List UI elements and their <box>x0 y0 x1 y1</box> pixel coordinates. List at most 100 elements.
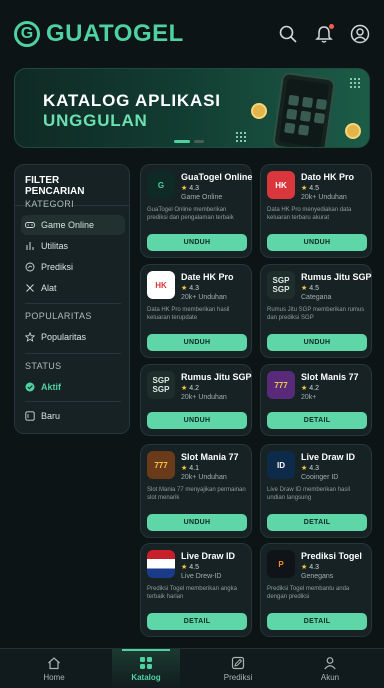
app-card[interactable]: SGP SGP Rumus Jitu SGP ★ 4.5 Categana Rumus … <box>260 264 372 358</box>
star-icon: ★ <box>181 185 188 192</box>
search-icon[interactable] <box>278 24 298 44</box>
star-icon: ★ <box>301 185 308 192</box>
tools-icon <box>26 284 34 292</box>
app-action-button[interactable]: DETAIL <box>267 514 367 531</box>
app-icon: 777 <box>147 451 175 479</box>
phone-illustration <box>271 71 337 147</box>
filter-item-label: Alat <box>41 283 57 293</box>
app-name: Rumus Jitu SGP <box>181 372 252 382</box>
app-card[interactable]: HK Date HK Pro ★ 4.3 20k+ Unduhan Data HK Pr… <box>140 264 252 358</box>
app-rating: ★ 4.5 <box>301 284 319 292</box>
rating-value: 4.2 <box>309 385 319 392</box>
app-rating: ★ 4.2 <box>181 384 199 392</box>
app-action-button[interactable]: DETAIL <box>267 412 367 429</box>
filter-item-label: Baru <box>41 411 61 421</box>
app-card[interactable]: ID Live Draw ID ★ 4.3 Cooinger ID Live Draw … <box>260 444 372 538</box>
filter-item-aktif[interactable]: Aktif <box>21 377 125 397</box>
app-subtitle: 20k+ Unduhan <box>181 394 227 401</box>
brand-name: GUATOGEL <box>46 20 184 47</box>
app-name: Dato HK Pro <box>301 172 355 182</box>
nav-akun[interactable]: Akun <box>296 649 364 688</box>
nav-home[interactable]: Home <box>20 649 88 688</box>
app-name: Slot Manis 77 <box>301 372 359 382</box>
app-description: Rumus Jitu SGP memberikan rumus dan pred… <box>267 307 365 321</box>
filter-panel: FILTER PENCARIAN KATEGORI Game Online Ut… <box>14 164 130 434</box>
nav-prediksi[interactable]: Prediksi <box>204 649 272 688</box>
app-card[interactable]: 777 Slot Manis 77 ★ 4.2 20k+ DETAIL <box>260 364 372 436</box>
app-icon: HK <box>267 171 295 199</box>
app-action-button[interactable]: DETAIL <box>147 613 247 630</box>
star-icon: ★ <box>301 465 308 472</box>
app-icon: SGP SGP <box>147 371 175 399</box>
app-action-button[interactable]: UNDUH <box>267 234 367 251</box>
app-action-button[interactable]: UNDUH <box>147 334 247 351</box>
app-action-button[interactable]: UNDUH <box>147 234 247 251</box>
nav-label: Katalog <box>131 673 161 682</box>
filter-item-utilitas[interactable]: Utilitas <box>21 236 125 256</box>
app-action-button[interactable]: DETAIL <box>267 613 367 630</box>
app-header: G GUATOGEL <box>0 0 384 68</box>
filter-item-alat[interactable]: Alat <box>21 278 125 298</box>
app-card[interactable]: SGP SGP Rumus Jitu SGP ★ 4.2 20k+ Unduhan UN… <box>140 364 252 436</box>
app-icon: SGP SGP <box>267 271 295 299</box>
rating-value: 4.3 <box>309 465 319 472</box>
app-subtitle: Genegans <box>301 573 334 580</box>
home-icon <box>48 657 60 670</box>
filter-item-popularitas[interactable]: Popularitas <box>21 327 125 347</box>
filter-item-label: Aktif <box>41 382 61 392</box>
app-rating: ★ 4.2 <box>301 384 319 392</box>
coin-icon <box>345 123 361 139</box>
app-name: Rumus Jitu SGP <box>301 272 372 282</box>
app-card[interactable]: G GuaTogel Online ★ 4.3 Game Online GuaTogel… <box>140 164 252 258</box>
rating-value: 4.1 <box>189 465 199 472</box>
app-card[interactable]: P Prediksi Togel ★ 4.3 Genegans Prediksi Tog… <box>260 543 372 637</box>
app-action-button[interactable]: UNDUH <box>267 334 367 351</box>
edit-icon <box>231 656 245 670</box>
app-name: Prediksi Togel <box>301 551 362 561</box>
promo-banner[interactable]: KATALOG APLIKASI UNGGULAN <box>14 68 370 148</box>
star-icon: ★ <box>181 564 188 571</box>
app-description: Prediksi Togel membantu anda dengan pred… <box>267 586 350 600</box>
banner-title-line2: UNGGULAN <box>43 111 148 130</box>
app-description: Prediksi Togel memberikan angka terbaik … <box>147 586 237 600</box>
section-kategori: KATEGORI <box>25 199 75 209</box>
app-icon: ID <box>267 451 295 479</box>
rating-value: 4.5 <box>309 285 319 292</box>
app-rating: ★ 4.1 <box>181 464 199 472</box>
app-card[interactable]: 777 Slot Mania 77 ★ 4.1 20k+ Unduhan Slot Ma… <box>140 444 252 538</box>
app-description: Slot Mania 77 menyajikan permainan slot … <box>147 487 246 501</box>
app-icon: P <box>267 550 295 578</box>
filter-item-prediksi[interactable]: Prediksi <box>21 257 125 277</box>
chart-circle-icon <box>25 262 35 272</box>
coin-icon <box>251 103 267 119</box>
nav-katalog[interactable]: Katalog <box>112 649 180 688</box>
app-name: Live Draw ID <box>181 551 236 561</box>
dots-decoration <box>235 131 247 143</box>
filter-item-game-online[interactable]: Game Online <box>21 215 125 235</box>
app-description: Live Draw ID memberikan hasil undian lan… <box>267 487 351 501</box>
app-rating: ★ 4.3 <box>181 284 199 292</box>
app-rating: ★ 4.3 <box>181 184 199 192</box>
app-icon: HK <box>147 271 175 299</box>
star-icon: ★ <box>181 465 188 472</box>
user-icon[interactable] <box>350 24 370 44</box>
banner-pager[interactable] <box>174 140 204 143</box>
notification-bell-button[interactable] <box>314 24 334 44</box>
star-icon: ★ <box>301 564 308 571</box>
app-card[interactable]: Live Draw ID ★ 4.5 Live Drew-ID Prediksi To… <box>140 543 252 637</box>
app-action-button[interactable]: UNDUH <box>147 514 247 531</box>
dots-decoration <box>349 77 361 89</box>
bottom-navigation: Home Katalog Prediksi Akun <box>0 648 384 688</box>
filter-item-label: Utilitas <box>41 241 69 251</box>
rating-value: 4.3 <box>309 564 319 571</box>
app-action-button[interactable]: UNDUH <box>147 412 247 429</box>
filter-item-baru[interactable]: Baru <box>21 406 125 426</box>
nav-label: Home <box>43 673 65 682</box>
star-icon <box>25 332 35 342</box>
app-name: Date HK Pro <box>181 272 234 282</box>
app-description: Data HK Pro memberikan hasil keluaran te… <box>147 307 230 321</box>
app-card[interactable]: HK Dato HK Pro ★ 4.5 20k+ Unduhan Data HK Pr… <box>260 164 372 258</box>
app-subtitle: Cooinger ID <box>301 474 339 481</box>
bars-icon <box>26 242 34 250</box>
user-icon <box>324 657 336 670</box>
